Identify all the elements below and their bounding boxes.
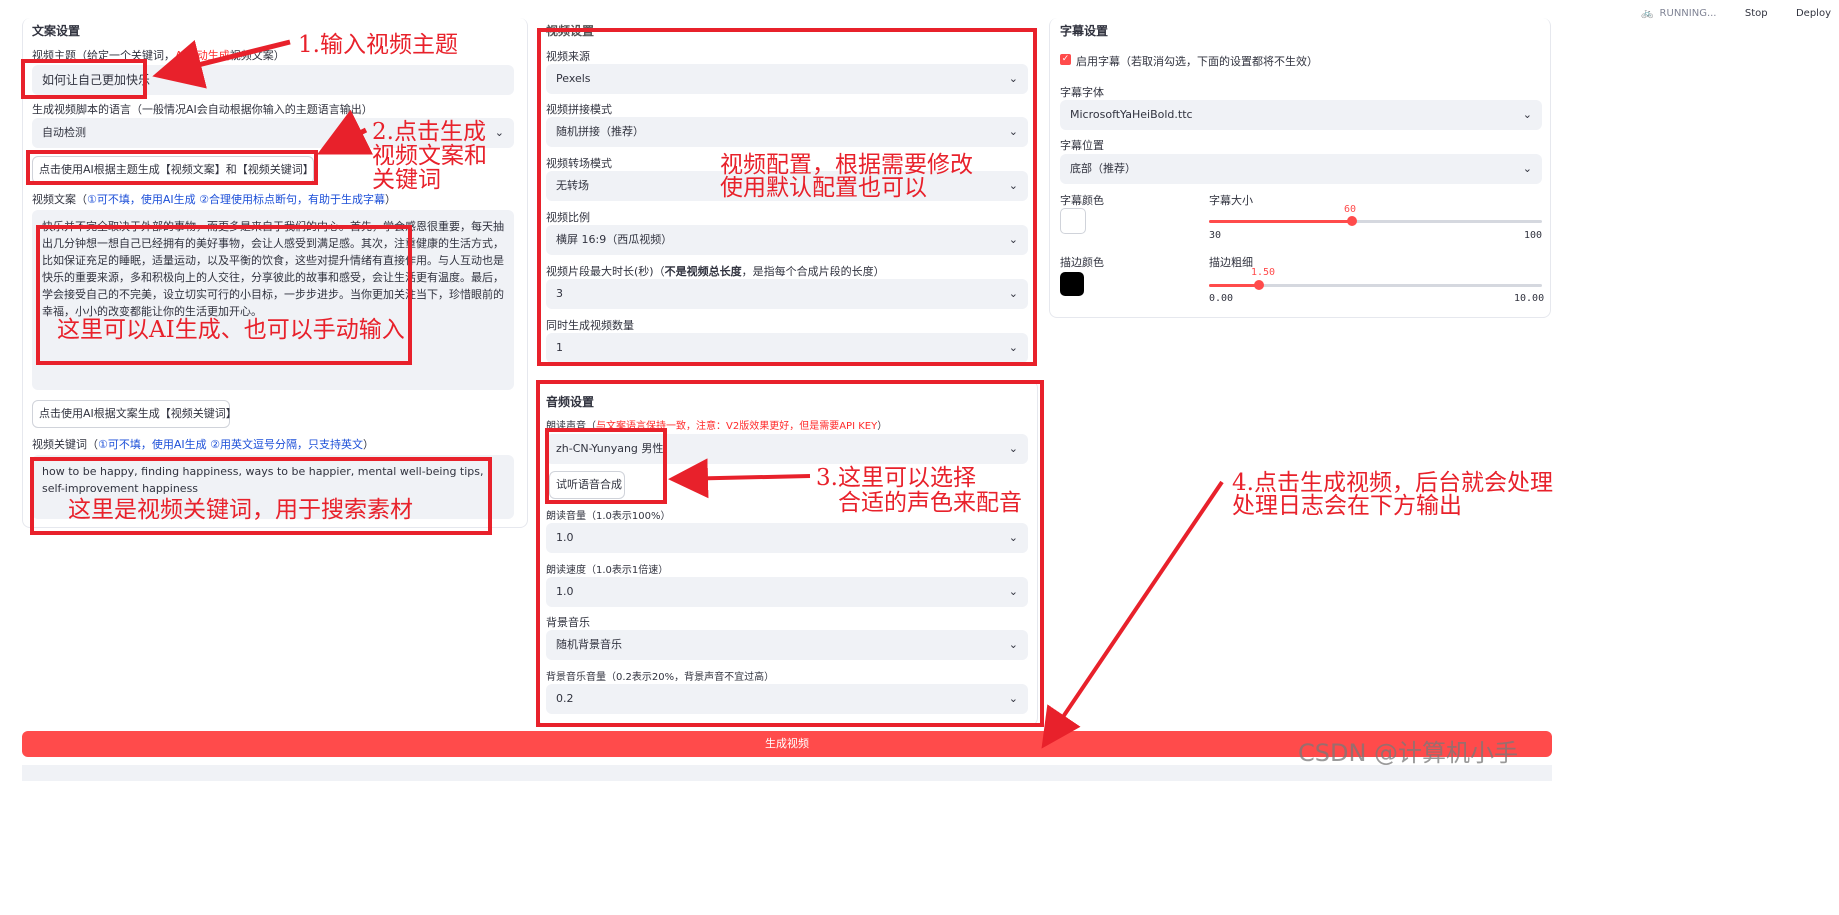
arrow-icon-step-4 [1041, 480, 1224, 749]
watermark: CSDN @计算机小手 [1298, 739, 1519, 767]
annotation-arrows [152, 39, 1224, 749]
arrow-icon-step-1 [152, 39, 291, 89]
arrow-icon-step-2 [317, 109, 373, 155]
arrow-icon-step-3 [668, 458, 811, 499]
